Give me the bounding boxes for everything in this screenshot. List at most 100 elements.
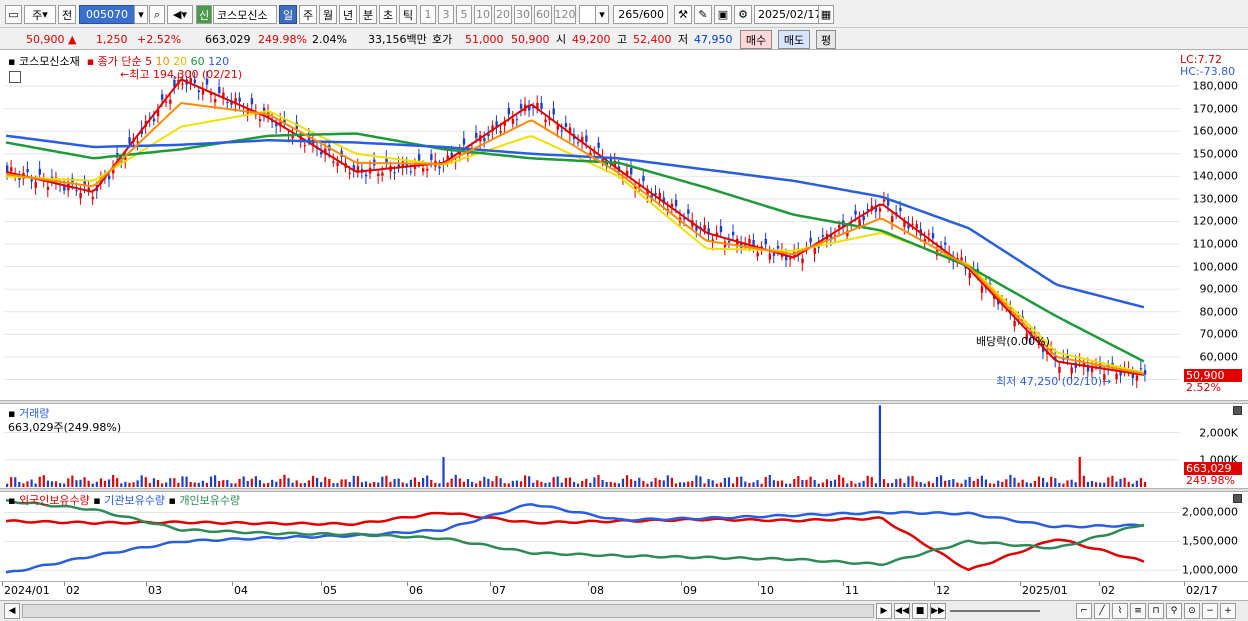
code-dropdown-icon[interactable]: ▾ — [134, 5, 148, 24]
fast-forward-icon[interactable]: ▶▶ — [930, 603, 946, 619]
period-week[interactable]: 주 — [299, 5, 317, 24]
ruler-icon[interactable]: ⊓ — [1148, 603, 1164, 619]
window-icon[interactable]: ▭ — [5, 5, 22, 24]
volume-bar — [927, 481, 930, 487]
candle-body — [63, 186, 66, 191]
prev-button[interactable]: 전 — [58, 5, 76, 24]
candle-body — [630, 167, 633, 175]
calendar-icon[interactable]: ▦ — [818, 5, 834, 24]
interval-3[interactable]: 3 — [438, 5, 454, 24]
volume-bar — [797, 475, 800, 487]
volume-bar — [776, 481, 780, 487]
volume-bar — [491, 481, 494, 487]
tools-icon[interactable]: ⚒ — [674, 5, 692, 24]
volume-bar — [801, 480, 804, 487]
candle-body — [475, 132, 478, 139]
scroll-left-icon[interactable]: ◀ — [4, 603, 20, 619]
fib-tool-icon[interactable]: ≡ — [1130, 603, 1146, 619]
scroll-right-icon[interactable]: ▶ — [876, 603, 892, 619]
y-tick-label: 1,000,000 — [1182, 563, 1238, 577]
volume-bar — [666, 475, 669, 487]
candle-body — [160, 94, 164, 100]
candle-body — [165, 101, 168, 103]
market-type-select[interactable]: 주 ▾ — [24, 5, 56, 24]
zoom-reset-icon[interactable]: ⊙ — [1184, 603, 1200, 619]
volume-bar — [646, 483, 649, 487]
volume-bar — [589, 482, 592, 487]
shape-tool-icon[interactable]: ⌇ — [1112, 603, 1128, 619]
candle-body — [336, 162, 339, 167]
interval-60[interactable]: 60 — [534, 5, 552, 24]
volume-bar — [972, 480, 975, 487]
interval-20[interactable]: 20 — [494, 5, 512, 24]
volume-chart-panel[interactable] — [4, 404, 1180, 488]
sell-button[interactable]: 매도 — [778, 30, 810, 49]
interval-dropdown-icon[interactable]: ▾ — [595, 5, 609, 24]
volume-bar — [377, 482, 380, 487]
candle-body — [748, 239, 751, 244]
volume-bar — [307, 480, 311, 487]
rewind-icon[interactable]: ◀◀ — [894, 603, 910, 619]
volume-bar — [42, 475, 45, 487]
gear-icon[interactable]: ⚙ — [734, 5, 752, 24]
buy-button[interactable]: 매수 — [740, 30, 772, 49]
volume-bar — [381, 476, 384, 487]
draw-icon[interactable]: ✎ — [694, 5, 712, 24]
volume-bar — [6, 483, 9, 487]
avg-button[interactable]: 평 — [816, 30, 836, 49]
period-minute[interactable]: 분 — [359, 5, 377, 24]
count-value: 265 — [618, 8, 640, 21]
interval-30[interactable]: 30 — [514, 5, 532, 24]
candle-body — [511, 118, 515, 124]
period-second[interactable]: 초 — [379, 5, 397, 24]
scroll-track[interactable] — [22, 604, 874, 618]
volume-bar — [1037, 476, 1041, 487]
volume-bar — [821, 482, 824, 487]
interval-1[interactable]: 1 — [420, 5, 436, 24]
volume-bar — [605, 482, 608, 487]
stock-name-field[interactable]: 코스모신소 — [213, 5, 277, 24]
stock-code-input[interactable]: 005070 — [79, 5, 135, 24]
grid-toggle-icon[interactable] — [9, 71, 21, 83]
volume-bar — [438, 483, 441, 487]
stop-icon[interactable]: ■ — [912, 603, 928, 619]
volume-bar — [275, 481, 278, 487]
ma-line-5 — [5, 78, 1145, 376]
volume-bar — [75, 480, 78, 487]
period-month[interactable]: 월 — [319, 5, 337, 24]
volume-bar — [250, 478, 253, 487]
volume-close-icon[interactable] — [1233, 406, 1242, 415]
period-day[interactable]: 일 — [279, 5, 297, 24]
x-tick-label: 2025/01 — [1022, 584, 1068, 597]
volume-bar — [670, 477, 674, 487]
speaker-icon[interactable]: ◀▾ — [167, 5, 193, 24]
holdings-close-icon[interactable] — [1233, 494, 1242, 503]
y-tick-label: 70,000 — [1199, 327, 1239, 341]
scroll-bar[interactable]: ◀ ▶ ◀◀ ■ ▶▶ ⌐ ╱ ⌇ ≡ ⊓ ⚲ ⊙ − + — [0, 600, 1248, 621]
quote-label: 호가 — [432, 33, 453, 46]
save-icon[interactable]: ▣ — [714, 5, 732, 24]
volume-bar — [450, 478, 453, 487]
volume-bar — [103, 480, 107, 487]
ma-line-60 — [5, 132, 1145, 363]
x-tick-mark — [934, 582, 935, 586]
line-tool-icon[interactable]: ╱ — [1094, 603, 1110, 619]
candle-body — [968, 273, 971, 278]
interval-120[interactable]: 120 — [554, 5, 576, 24]
trade-amount: 33,156백만 — [368, 33, 427, 46]
count-input[interactable]: 265/600 — [613, 5, 668, 24]
period-year[interactable]: 년 — [339, 5, 357, 24]
search-icon[interactable]: ⌕ — [149, 5, 165, 24]
zoom-in-icon[interactable]: + — [1220, 603, 1236, 619]
volume-bar — [748, 482, 751, 487]
chart-type-icon[interactable]: ⌐ — [1076, 603, 1092, 619]
period-tick[interactable]: 틱 — [399, 5, 417, 24]
zoom-out-icon[interactable]: − — [1202, 603, 1218, 619]
magnify-icon[interactable]: ⚲ — [1166, 603, 1182, 619]
candle-body — [764, 238, 768, 245]
volume-bar — [536, 480, 539, 487]
interval-5[interactable]: 5 — [456, 5, 472, 24]
interval-10[interactable]: 10 — [474, 5, 492, 24]
volume-bar — [14, 477, 17, 487]
zoom-slider[interactable] — [950, 610, 1040, 612]
